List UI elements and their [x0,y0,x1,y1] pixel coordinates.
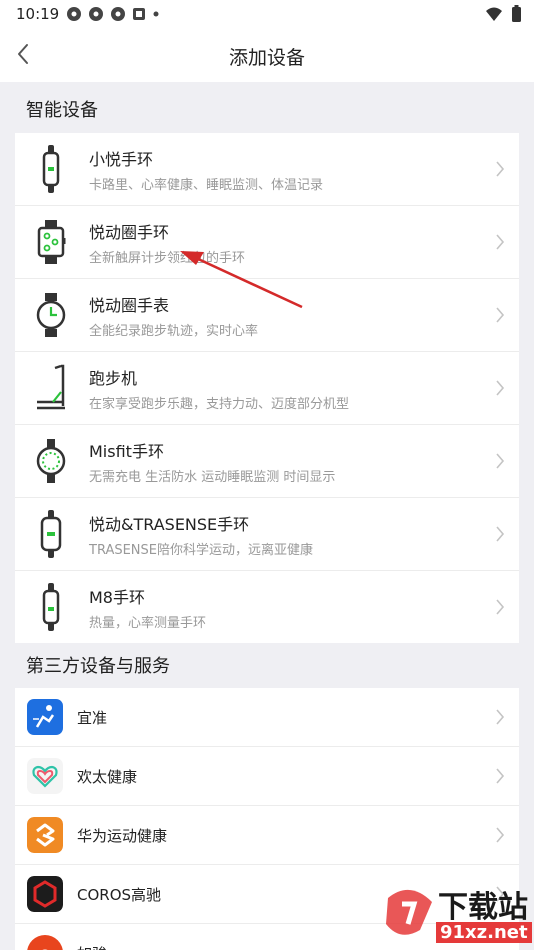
coros-logo-icon [27,876,63,912]
dot-icon [153,11,159,17]
chevron-right-icon [496,307,505,323]
device-name: 跑步机 [89,369,138,388]
square-watch-icon [37,220,66,264]
wifi-icon [486,7,502,21]
service-row[interactable]: 华为运动健康 [15,806,519,865]
rujun-logo-icon [27,935,63,950]
text-notification-icon [133,8,145,20]
round-watch-icon [36,293,66,337]
device-name: M8手环 [89,588,145,607]
device-desc: 全新触屏计步领红包的手环 [89,251,246,266]
device-row[interactable]: 悦动&TRASENSE手环 TRASENSE陪你科学运动，远离亚健康 [15,498,519,571]
service-name: 宜准 [77,709,108,727]
service-name: 华为运动健康 [77,827,168,845]
device-name: 小悦手环 [89,150,154,169]
device-desc: 卡路里、心率健康、睡眠监测、体温记录 [89,178,324,193]
band-icon [42,583,60,631]
service-name: 如骏 [77,943,107,950]
device-desc: 无需充电 生活防水 运动睡眠监测 时间显示 [89,470,336,485]
chevron-right-icon [496,453,505,469]
smart-device-list: 小悦手环 卡路里、心率健康、睡眠监测、体温记录 悦动圈手环 全新触屏计步领红包的… [15,133,519,643]
huawei-health-logo-icon [27,817,63,853]
device-name: Misfit手环 [89,442,164,461]
status-right [485,5,522,23]
service-row[interactable]: 欢太健康 [15,747,519,806]
misfit-icon [36,439,66,483]
watermark-text: 下载站 [438,890,528,925]
heytap-health-logo-icon [27,758,63,794]
status-time: 10:19 [16,5,60,23]
app-notification-icon [111,7,125,21]
status-bar: 10:19 [0,0,534,30]
service-row[interactable]: 宜准 [15,688,519,747]
device-row[interactable]: M8手环 热量，心率测量手环 [15,571,519,643]
section-title-smart-devices: 智能设备 [26,100,98,121]
device-row[interactable]: 悦动圈手表 全能纪录跑步轨迹，实时心率 [15,279,519,352]
chevron-right-icon [496,380,505,396]
app-notification-icon [89,7,103,21]
chevron-right-icon [496,161,505,177]
notification-icons [66,6,160,22]
chevron-right-icon [496,599,505,615]
battery-icon [512,5,521,22]
nav-bar: 添加设备 [0,30,534,82]
chevron-right-icon [496,526,505,542]
device-desc: TRASENSE陪你科学运动，远离亚健康 [89,543,313,558]
device-name: 悦动圈手环 [89,223,170,242]
watermark: 下载站 91xz.net [380,880,534,950]
watermark-logo-icon [386,889,432,935]
device-desc: 全能纪录跑步轨迹，实时心率 [89,324,259,339]
treadmill-icon [37,364,65,410]
service-name: 欢太健康 [77,768,138,786]
page-title: 添加设备 [228,47,305,69]
device-name: 悦动&TRASENSE手环 [89,515,250,534]
service-name: COROS高驰 [77,886,162,904]
yizhun-logo-icon [27,699,63,735]
watermark-url: 91xz.net [436,922,532,943]
device-row[interactable]: 悦动圈手环 全新触屏计步领红包的手环 [15,206,519,279]
device-desc: 热量，心率测量手环 [89,616,207,631]
chevron-right-icon [496,709,505,725]
device-row[interactable]: 小悦手环 卡路里、心率健康、睡眠监测、体温记录 [15,133,519,206]
band-icon [42,145,60,193]
device-name: 悦动圈手表 [89,296,170,315]
chevron-right-icon [496,768,505,784]
device-row[interactable]: 跑步机 在家享受跑步乐趣，支持力动、迈度部分机型 [15,352,519,425]
device-row[interactable]: Misfit手环 无需充电 生活防水 运动睡眠监测 时间显示 [15,425,519,498]
chevron-right-icon [496,234,505,250]
band-icon [40,510,62,558]
chevron-right-icon [496,827,505,843]
app-notification-icon [67,7,81,21]
device-desc: 在家享受跑步乐趣，支持力动、迈度部分机型 [89,397,350,412]
section-title-third-party: 第三方设备与服务 [26,656,170,677]
